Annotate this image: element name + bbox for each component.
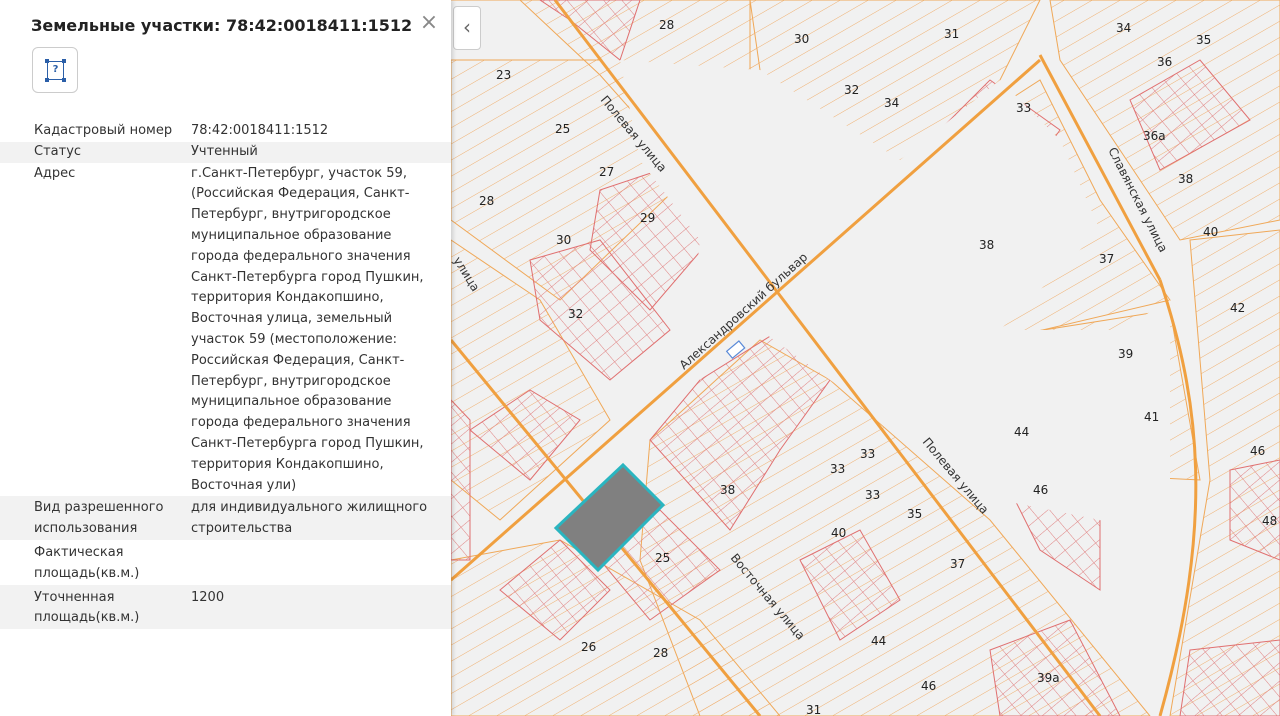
house-number: 26	[581, 640, 596, 654]
close-icon[interactable]: ×	[418, 12, 440, 34]
attribute-label: Адрес	[34, 165, 76, 181]
house-number: 30	[794, 32, 809, 46]
attribute-value	[191, 543, 451, 585]
info-panel: Земельные участки: 78:42:0018411:1512 × …	[0, 0, 451, 716]
attribute-row: Адрес г.Санкт-Петербург, участок 59, (Ро…	[0, 163, 451, 497]
house-number: 32	[568, 307, 583, 321]
house-number: 37	[1099, 252, 1114, 266]
house-number: 28	[659, 18, 674, 32]
house-number: 25	[655, 551, 670, 565]
house-number: 35	[907, 507, 922, 521]
house-number: 42	[1230, 301, 1245, 315]
house-number: 36а	[1143, 129, 1166, 143]
house-number: 33	[830, 462, 845, 476]
house-number: 33	[865, 488, 880, 502]
attribute-label: Кадастровый номер	[34, 123, 173, 138]
attribute-label: Уточненная площадь(кв.м.)	[34, 589, 140, 626]
house-number: 46	[921, 679, 936, 693]
house-number: 44	[871, 634, 886, 648]
panel-title: Земельные участки: 78:42:0018411:1512	[31, 16, 413, 35]
house-number: 48	[1262, 514, 1277, 528]
house-number: 34	[884, 96, 899, 110]
house-number: 38	[720, 483, 735, 497]
house-number: 32	[844, 83, 859, 97]
attribute-value: г.Санкт-Петербург, участок 59, (Российск…	[191, 165, 424, 493]
parcel-type-button[interactable]: ?	[32, 47, 78, 93]
house-number: 31	[806, 703, 821, 716]
house-number: 37	[950, 557, 965, 571]
house-number: 34	[1116, 21, 1131, 35]
attribute-label: Фактическая площадь(кв.м.)	[34, 544, 140, 581]
house-number: 28	[653, 646, 668, 660]
house-number: 39	[1118, 347, 1133, 361]
house-number: 29	[640, 211, 655, 225]
attribute-label: Вид разрешенного использования	[34, 500, 164, 537]
house-number: 33	[1016, 101, 1031, 115]
house-number: 39а	[1037, 671, 1060, 685]
attribute-value: 1200	[191, 589, 225, 605]
house-number: 23	[496, 68, 511, 82]
chevron-left-icon: ‹	[463, 15, 471, 39]
house-number: 31	[944, 27, 959, 41]
house-number: 41	[1144, 410, 1159, 424]
house-number: 33	[860, 447, 875, 461]
house-number: 25	[555, 122, 570, 136]
house-number: 46	[1250, 444, 1265, 458]
house-number: 38	[1178, 172, 1193, 186]
attribute-row: Вид разрешенного использования для индив…	[0, 496, 451, 540]
attribute-row: Статус Учтенный	[0, 141, 451, 163]
house-number: 35	[1196, 33, 1211, 47]
attribute-value: Учтенный	[191, 143, 258, 159]
attributes-table: Кадастровый номер 78:42:0018411:1512 Ста…	[0, 121, 451, 630]
house-number: 46	[1033, 483, 1048, 497]
house-number: 44	[1014, 425, 1029, 439]
house-number: 30	[556, 233, 571, 247]
attribute-row: Уточненная площадь(кв.м.) 1200	[0, 584, 451, 630]
house-number: 36	[1157, 55, 1172, 69]
collapse-panel-button[interactable]: ‹	[453, 6, 481, 50]
house-number: 38	[979, 238, 994, 252]
attribute-label: Статус	[34, 143, 82, 159]
attribute-value: для индивидуального жилищного строительс…	[191, 500, 428, 537]
house-number: 27	[599, 165, 614, 179]
attribute-row: Кадастровый номер 78:42:0018411:1512	[0, 121, 451, 142]
attribute-value: 78:42:0018411:1512	[191, 123, 329, 138]
attribute-row: Фактическая площадь(кв.м.)	[0, 540, 451, 585]
house-number: 40	[1203, 225, 1218, 239]
house-number: 28	[479, 194, 494, 208]
house-number: 40	[831, 526, 846, 540]
